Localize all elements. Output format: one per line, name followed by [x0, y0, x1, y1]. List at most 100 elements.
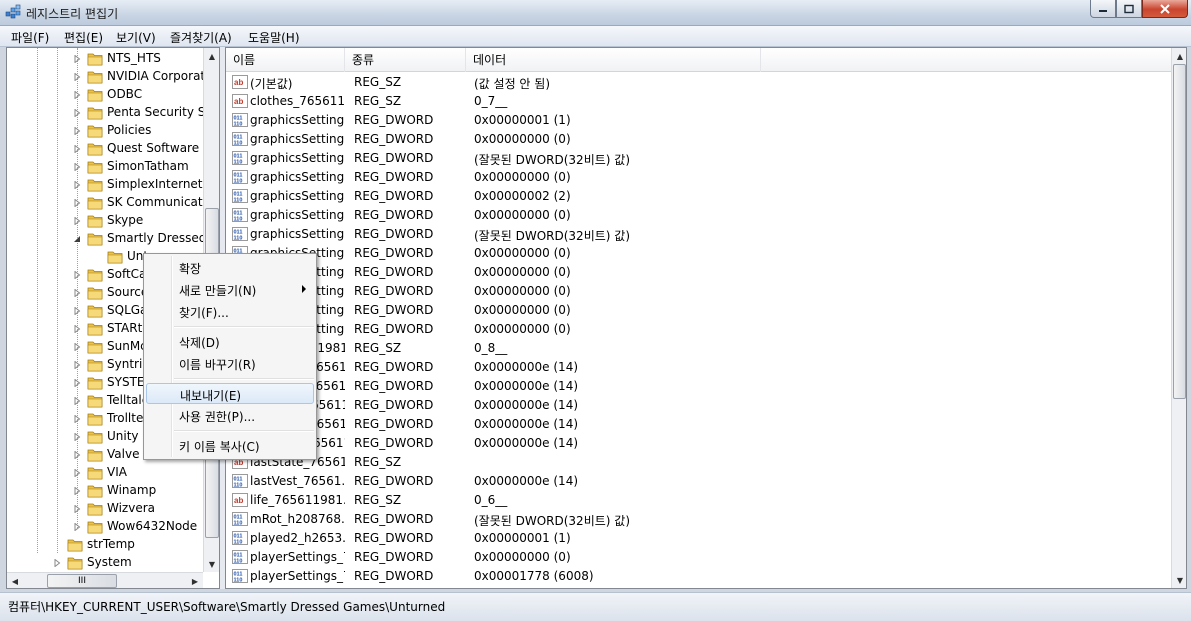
tree-item[interactable]: Penta Security Sy — [7, 104, 212, 122]
collapsed-arrow-icon[interactable] — [73, 307, 81, 315]
menu-view[interactable]: 보기(V) — [116, 29, 156, 46]
collapsed-arrow-icon[interactable] — [73, 343, 81, 351]
context-item-export[interactable]: 내보내기(E) — [146, 383, 314, 404]
collapsed-arrow-icon[interactable] — [73, 361, 81, 369]
tree-item[interactable]: Wizvera — [7, 500, 203, 518]
menu-edit[interactable]: 편집(E) — [64, 29, 103, 46]
column-header-type[interactable]: 종류 — [345, 48, 466, 72]
collapsed-arrow-icon[interactable] — [53, 559, 61, 567]
collapsed-arrow-icon[interactable] — [73, 415, 81, 423]
list-item[interactable]: 011110graphicsSetting... REG_DWORD (잘못된 DW… — [226, 225, 1171, 244]
list-item[interactable]: 011110playerSettings_7... REG_DWORD 0x0000… — [226, 567, 1171, 586]
collapsed-arrow-icon[interactable] — [73, 145, 81, 153]
tree-item[interactable]: SimplexInternet — [7, 176, 203, 194]
collapsed-arrow-icon[interactable] — [73, 91, 81, 99]
collapsed-arrow-icon[interactable] — [73, 433, 81, 441]
scroll-down-arrow-icon[interactable]: ▼ — [204, 556, 219, 572]
context-item-delete[interactable]: 삭제(D) — [146, 331, 314, 352]
tree-item[interactable]: System — [7, 554, 203, 572]
menu-file[interactable]: 파일(F) — [11, 29, 49, 46]
list-item[interactable]: 011110lastArms_765611...REG_DWORD0x00000… — [226, 358, 1171, 377]
tree-item[interactable]: Wow6432Node — [7, 518, 203, 536]
tree-horizontal-scrollbar[interactable]: ◀ III ▶ — [7, 572, 203, 588]
list-item[interactable]: 011110graphicsSetting...REG_DWORD0x00000… — [226, 168, 1171, 187]
scroll-up-arrow-icon[interactable]: ▲ — [1172, 48, 1186, 64]
list-item[interactable]: abhair_765611981...REG_SZ0_8__ — [226, 339, 1171, 358]
tree-item[interactable]: Quest Software — [7, 140, 203, 158]
tree-item[interactable]: Smartly Dressed G — [7, 230, 219, 248]
collapsed-arrow-icon[interactable] — [73, 109, 81, 117]
list-item[interactable]: 011110lastFeet_765611...REG_DWORD0x00000… — [226, 396, 1171, 415]
scroll-up-arrow-icon[interactable]: ▲ — [204, 48, 219, 64]
context-item-permissions[interactable]: 사용 권한(P)... — [146, 405, 314, 426]
context-item-rename[interactable]: 이름 바꾸기(R) — [146, 353, 314, 374]
list-item[interactable]: ab life_765611981... REG_SZ 0_6__ — [226, 491, 1171, 510]
list-item[interactable]: 011110graphicsSetting...REG_DWORD0x00000… — [226, 320, 1171, 339]
context-item-expand[interactable]: 확장 — [146, 257, 314, 278]
minimize-button[interactable] — [1090, 0, 1116, 18]
list-item[interactable]: 011110graphicsSetting...REG_DWORD0x00000… — [226, 187, 1171, 206]
collapsed-arrow-icon[interactable] — [73, 181, 81, 189]
list-item[interactable]: 011110lastLegs_765611...REG_DWORD0x00000… — [226, 434, 1171, 453]
context-item-copy-key-name[interactable]: 키 이름 복사(C) — [146, 435, 314, 456]
scroll-down-arrow-icon[interactable]: ▼ — [1172, 572, 1186, 588]
collapsed-arrow-icon[interactable] — [73, 73, 81, 81]
tree-item[interactable]: SimonTatham — [7, 158, 203, 176]
menu-favorites[interactable]: 즐겨찾기(A) — [170, 29, 232, 46]
list-vertical-scrollbar[interactable]: ▲ ▼ — [1171, 48, 1186, 588]
list-item[interactable]: 011110graphicsSetting...REG_DWORD0x00000… — [226, 263, 1171, 282]
value-list[interactable]: 이름 종류 데이터 ab (기본값) REG_SZ (값 설정 안 됨) ab cloth… — [225, 47, 1187, 589]
tree-item[interactable]: Skype — [7, 212, 203, 230]
column-header-data[interactable]: 데이터 — [466, 48, 761, 72]
collapsed-arrow-icon[interactable] — [73, 523, 81, 531]
tree-item[interactable]: ODBC — [7, 86, 203, 104]
scroll-left-arrow-icon[interactable]: ◀ — [7, 573, 23, 588]
list-item[interactable]: 011110lastHead_765611...REG_DWORD0x00000… — [226, 415, 1171, 434]
collapsed-arrow-icon[interactable] — [73, 505, 81, 513]
collapsed-arrow-icon[interactable] — [73, 397, 81, 405]
list-item[interactable]: 011110graphicsSetting...REG_DWORD0x00000… — [226, 111, 1171, 130]
list-item[interactable]: ablastState_76561...REG_SZ — [226, 453, 1171, 472]
list-item[interactable]: 011110lastBody_765611...REG_DWORD0x00000… — [226, 377, 1171, 396]
collapsed-arrow-icon[interactable] — [73, 451, 81, 459]
close-button[interactable] — [1142, 0, 1188, 18]
context-item-find[interactable]: 찾기(F)... — [146, 301, 314, 322]
collapsed-arrow-icon[interactable] — [73, 289, 81, 297]
collapsed-arrow-icon[interactable] — [73, 217, 81, 225]
menu-help[interactable]: 도움말(H) — [248, 29, 300, 46]
collapsed-arrow-icon[interactable] — [73, 379, 81, 387]
list-item[interactable]: 011110graphicsSetting...REG_DWORD0x00000… — [226, 301, 1171, 320]
collapsed-arrow-icon[interactable] — [73, 271, 81, 279]
list-item[interactable]: 011110graphicsSetting...REG_DWORD0x00000… — [226, 130, 1171, 149]
list-item[interactable]: 011110graphicsSetting...REG_DWORD0x00000… — [226, 244, 1171, 263]
list-item[interactable]: ab clothes_765611... REG_SZ 0_7__ — [226, 92, 1171, 111]
scroll-thumb[interactable] — [1173, 64, 1186, 399]
collapsed-arrow-icon[interactable] — [73, 487, 81, 495]
list-item[interactable]: 011110graphicsSetting...REG_DWORD0x00000… — [226, 282, 1171, 301]
list-item[interactable]: 011110graphicsSetting... REG_DWORD (잘못된 DW… — [226, 149, 1171, 168]
tree-item[interactable]: SK Communicatic — [7, 194, 213, 212]
tree-item[interactable]: NVIDIA Corporati — [7, 68, 208, 86]
maximize-button[interactable] — [1116, 0, 1142, 18]
expanded-arrow-icon[interactable] — [73, 235, 81, 243]
list-item[interactable]: 011 110 played2_h2653... REG_DWORD 0x0000000… — [226, 529, 1171, 548]
tree-item[interactable]: strTemp — [7, 536, 203, 554]
collapsed-arrow-icon[interactable] — [73, 55, 81, 63]
list-item[interactable]: 011110playerSettings_7... REG_DWORD 0x0000… — [226, 548, 1171, 567]
collapsed-arrow-icon[interactable] — [73, 199, 81, 207]
collapsed-arrow-icon[interactable] — [73, 163, 81, 171]
list-item[interactable]: 011110graphicsSetting...REG_DWORD0x00000… — [226, 206, 1171, 225]
tree-item[interactable]: VIA — [7, 464, 203, 482]
context-item-new[interactable]: 새로 만들기(N) — [146, 279, 314, 300]
tree-item[interactable]: NTS_HTS — [7, 50, 203, 68]
tree-item[interactable]: Winamp — [7, 482, 203, 500]
collapsed-arrow-icon[interactable] — [73, 325, 81, 333]
list-item[interactable]: ab (기본값) REG_SZ (값 설정 안 됨) — [226, 73, 1171, 92]
list-item[interactable]: 011 110 mRot_h208768... REG_DWORD (잘못된 DWORD… — [226, 510, 1171, 529]
scroll-right-arrow-icon[interactable]: ▶ — [187, 573, 203, 588]
collapsed-arrow-icon[interactable] — [73, 469, 81, 477]
collapsed-arrow-icon[interactable] — [73, 127, 81, 135]
scroll-thumb[interactable]: III — [47, 574, 117, 588]
list-item[interactable]: 011 110 lastVest_76561... REG_DWORD 0x000000… — [226, 472, 1171, 491]
tree-item[interactable]: Policies — [7, 122, 203, 140]
